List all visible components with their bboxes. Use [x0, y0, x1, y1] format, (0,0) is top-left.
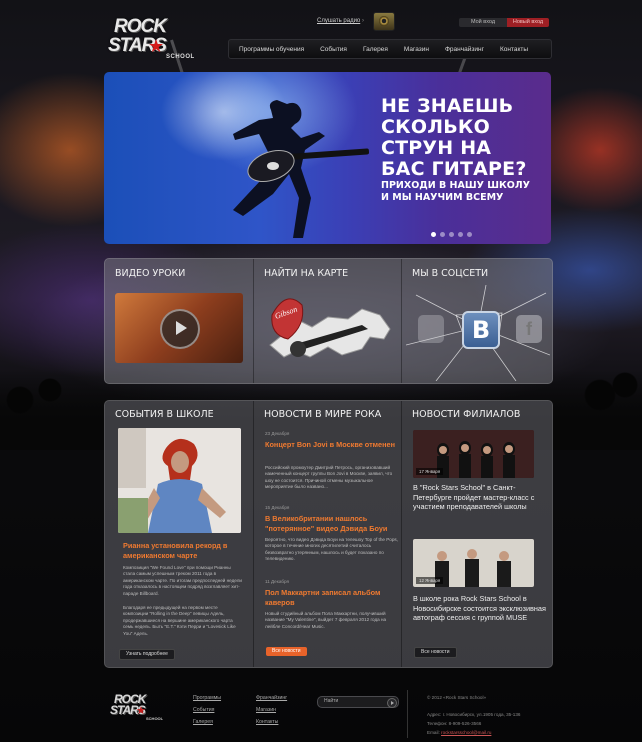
news-item-title[interactable]: В Великобритании нашлось "потерянное" ви…	[265, 514, 399, 534]
hero-subline: ПРИХОДИ В НАШУ ШКОЛУ	[381, 180, 530, 191]
events-title: СОБЫТИЯ В ШКОЛЕ	[115, 409, 214, 420]
hero-slider[interactable]: НЕ ЗНАЕШЬ СКОЛЬКО СТРУН НА БАС ГИТАРЕ? П…	[104, 72, 551, 244]
slider-dot[interactable]	[458, 232, 463, 237]
hero-text: НЕ ЗНАЕШЬ СКОЛЬКО СТРУН НА БАС ГИТАРЕ? П…	[381, 96, 546, 204]
star-icon: ★	[136, 705, 146, 717]
twitter-icon[interactable]	[418, 315, 444, 343]
event-more-button[interactable]: Узнать подробнее	[119, 649, 175, 660]
slider-dot[interactable]	[449, 232, 454, 237]
social-block[interactable]: МЫ В СОЦСЕТИ B f	[401, 259, 552, 383]
slider-dot[interactable]	[467, 232, 472, 237]
footer-link-contacts[interactable]: Контакты	[256, 719, 278, 725]
slider-dot[interactable]	[431, 232, 436, 237]
branch-date: 17 Января	[416, 468, 444, 475]
branch-date: 12 Января	[416, 577, 444, 584]
news-item-text: Новый студийный альбом Пола Маккартни, п…	[265, 611, 387, 629]
branch-item-title[interactable]: В "Rock Stars School" в Санкт-Петербурге…	[413, 483, 549, 512]
footer-logo[interactable]: ROCK STARS ★ SCHOOL	[110, 692, 170, 722]
news-date: 11 Декабря	[265, 579, 289, 584]
rihanna-photo	[118, 428, 241, 533]
news-item-title[interactable]: Пол Маккартни записал альбом каверов	[265, 588, 399, 608]
facebook-icon[interactable]: f	[516, 315, 542, 343]
hero-headline-line: СКОЛЬКО	[381, 116, 490, 138]
auth-buttons: Мой вход Новый вход	[459, 18, 549, 27]
news-date: 23 Декабря	[265, 431, 290, 436]
footer-search[interactable]: Найти	[317, 696, 399, 708]
video-thumbnail[interactable]	[115, 293, 243, 363]
radio-link[interactable]: Слушать радио	[317, 18, 360, 24]
nav-item-franchise[interactable]: Франчайзинг	[437, 46, 492, 53]
event-text: Композиция "We Found Love" при помощи Ри…	[123, 565, 242, 596]
branches-title: НОВОСТИ ФИЛИАЛОВ	[412, 409, 521, 420]
footer-link-events[interactable]: События	[193, 707, 214, 713]
all-branch-news-button[interactable]: Все новости	[414, 647, 457, 658]
email-label: Email:	[427, 730, 440, 735]
register-button[interactable]: Новый вход	[507, 18, 549, 27]
phone: Телефон: 8-909-526-3566	[427, 721, 482, 726]
social-title: МЫ В СОЦСЕТИ	[412, 268, 489, 279]
footer-link-franchise[interactable]: Франчайзинг	[256, 695, 287, 701]
footer-link-programs[interactable]: Программы	[193, 695, 221, 701]
find-on-map-block[interactable]: НАЙТИ НА КАРТЕ Gibson	[253, 259, 402, 383]
branch-photo[interactable]: 12 Января	[413, 539, 534, 587]
school-events-column: СОБЫТИЯ В ШКОЛЕ Рианна установила рекорд…	[105, 401, 253, 667]
news-title: НОВОСТИ В МИРЕ РОКА	[264, 409, 382, 420]
address: Адрес: г. Новосибирск, ул.1905 года, 35-…	[427, 712, 521, 717]
branch-item-title[interactable]: В школе рока Rock Stars School в Новосиб…	[413, 594, 549, 623]
nav-item-gallery[interactable]: Галерея	[355, 46, 396, 53]
social-icons: B f	[406, 285, 550, 381]
hero-headline-line: СТРУН НА	[381, 137, 492, 159]
content-panel: СОБЫТИЯ В ШКОЛЕ Рианна установила рекорд…	[104, 400, 553, 668]
main-nav: Программы обучения События Галерея Магаз…	[228, 39, 552, 59]
news-item-text: Российский промоутер Дмитрий Петрось, ор…	[265, 465, 393, 490]
features-panel: ВИДЕО УРОКИ НАЙТИ НА КАРТЕ Gibson МЫ В С…	[104, 258, 553, 384]
find-on-map-title: НАЙТИ НА КАРТЕ	[264, 268, 349, 279]
nav-item-shop[interactable]: Магазин	[396, 46, 437, 53]
site-logo[interactable]: ROCK STARS ★ SCHOOL	[108, 16, 200, 60]
guitarist-image	[233, 100, 369, 238]
event-title[interactable]: Рианна установила рекорд в американском …	[123, 541, 243, 561]
hero-subline: И МЫ НАУЧИМ ВСЕМУ	[381, 192, 504, 203]
footer-link-gallery[interactable]: Галерея	[193, 719, 213, 725]
slider-pagination	[431, 232, 472, 237]
nav-item-events[interactable]: События	[312, 46, 355, 53]
hero-headline-line: БАС ГИТАРЕ?	[381, 158, 527, 180]
search-go-icon[interactable]	[387, 698, 397, 708]
email-link[interactable]: rockstarsschool@mail.ru	[441, 730, 491, 735]
footer-link-shop[interactable]: Магазин	[256, 707, 276, 713]
all-news-button[interactable]: Все новости	[266, 647, 307, 656]
news-date: 15 Декабря	[265, 505, 290, 510]
nav-item-contacts[interactable]: Контакты	[492, 46, 536, 53]
logo-text-school: SCHOOL	[146, 716, 164, 721]
video-lessons-block[interactable]: ВИДЕО УРОКИ	[105, 259, 253, 383]
email-line: Email: rockstarsschool@mail.ru	[427, 730, 491, 735]
event-photo[interactable]	[118, 428, 241, 533]
nav-item-programs[interactable]: Программы обучения	[229, 46, 312, 53]
event-text: Благодаря ее предыдущей на первом месте …	[123, 605, 236, 636]
vk-icon[interactable]: B	[462, 311, 500, 349]
branch-photo[interactable]: 17 Января	[413, 430, 534, 478]
speaker-icon[interactable]	[373, 12, 395, 31]
hero-headline-line: НЕ ЗНАЕШЬ	[381, 95, 514, 117]
rock-news-column: НОВОСТИ В МИРЕ РОКА 23 Декабря Концерт B…	[253, 401, 402, 667]
video-lessons-title: ВИДЕО УРОКИ	[115, 268, 186, 279]
play-icon[interactable]	[160, 309, 200, 349]
logo-text-school: SCHOOL	[166, 54, 195, 60]
news-item-title[interactable]: Концерт Bon Jovi в Москве отменен	[265, 440, 399, 450]
separator: ›	[362, 18, 364, 24]
russia-map-image[interactable]: Gibson	[262, 285, 394, 377]
star-icon: ★	[148, 36, 165, 56]
search-input[interactable]: Найти	[324, 698, 338, 704]
news-item-text: Вероятно, что видео Дэвида Боуи на телеш…	[265, 537, 398, 562]
copyright: © 2012 «Rock Stars School»	[427, 695, 487, 700]
slider-dot[interactable]	[440, 232, 445, 237]
footer-divider	[407, 690, 408, 738]
login-button[interactable]: Мой вход	[459, 18, 507, 27]
branch-news-column: НОВОСТИ ФИЛИАЛОВ 17 Января В "Rock Stars…	[401, 401, 552, 667]
